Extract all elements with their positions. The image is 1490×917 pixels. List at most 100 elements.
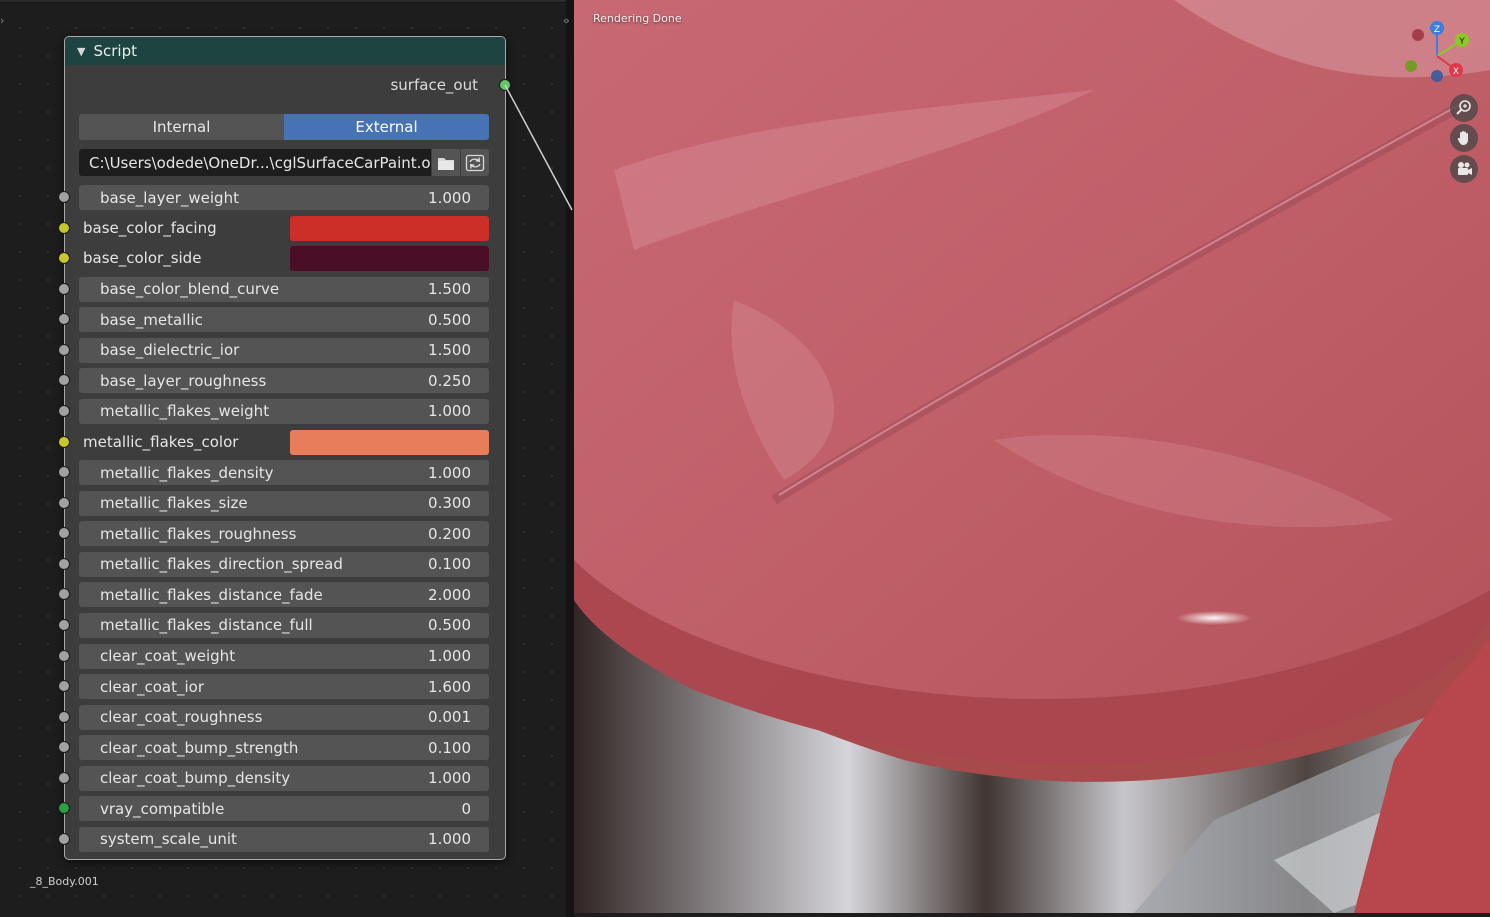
number-field[interactable]: metallic_flakes_density 1.000 — [79, 460, 489, 486]
number-field[interactable]: metallic_flakes_weight 1.000 — [79, 398, 489, 424]
property-label: vray_compatible — [100, 799, 225, 818]
property-value: 0.100 — [428, 555, 471, 574]
node-editor[interactable]: › ▼ Script surface_out Internal External… — [0, 0, 566, 917]
property-row: metallic_flakes_size 0.300 — [58, 490, 505, 516]
output-label: surface_out — [390, 76, 478, 94]
color-swatch[interactable] — [290, 246, 489, 272]
property-value: 0.100 — [428, 738, 471, 757]
property-row: metallic_flakes_density 1.000 — [58, 460, 505, 486]
gizmo-y-label: Y — [1458, 37, 1465, 47]
property-value: 0.250 — [428, 371, 471, 390]
input-socket[interactable] — [58, 466, 70, 479]
navigation-gizmo[interactable]: Z Y X — [1400, 16, 1480, 96]
gizmo-z-label: Z — [1434, 25, 1440, 35]
input-socket[interactable] — [58, 557, 70, 570]
color-swatch[interactable] — [290, 215, 489, 241]
property-value: 1.600 — [428, 677, 471, 696]
property-label: base_color_blend_curve — [100, 280, 280, 299]
mode-tabs: Internal External — [79, 114, 489, 140]
property-label: metallic_flakes_direction_spread — [100, 555, 343, 574]
number-field[interactable]: base_dielectric_ior 1.500 — [79, 337, 489, 363]
property-row: metallic_flakes_weight 1.000 — [58, 398, 505, 424]
header-strip — [0, 0, 566, 3]
node-link — [504, 84, 573, 211]
number-field[interactable]: metallic_flakes_distance_full 0.500 — [79, 612, 489, 638]
divider-arrows-icon[interactable]: ‹› — [563, 14, 570, 27]
property-label: clear_coat_ior — [100, 677, 205, 696]
property-row: base_layer_roughness 0.250 — [58, 368, 505, 394]
input-socket[interactable] — [58, 771, 70, 784]
property-value: 1.500 — [428, 341, 471, 360]
input-socket[interactable] — [58, 282, 70, 295]
input-socket[interactable] — [58, 496, 70, 509]
property-label: base_metallic — [100, 310, 203, 329]
script-node[interactable]: ▼ Script surface_out Internal External C… — [58, 36, 511, 860]
property-row: clear_coat_bump_density 1.000 — [58, 765, 505, 791]
number-field[interactable]: base_layer_weight 1.000 — [79, 185, 489, 210]
color-swatch[interactable] — [290, 429, 489, 455]
input-socket[interactable] — [58, 649, 70, 662]
reload-icon[interactable] — [461, 149, 489, 176]
number-field[interactable]: clear_coat_bump_strength 0.100 — [79, 735, 489, 761]
property-row: base_color_blend_curve 1.500 — [58, 276, 505, 302]
number-field[interactable]: clear_coat_bump_density 1.000 — [79, 765, 489, 791]
property-row: vray_compatible 0 — [58, 796, 505, 822]
number-field[interactable]: clear_coat_weight 1.000 — [79, 643, 489, 669]
number-field[interactable]: metallic_flakes_distance_fade 2.000 — [79, 582, 489, 608]
input-socket[interactable] — [58, 252, 70, 265]
property-row: base_dielectric_ior 1.500 — [58, 337, 505, 363]
input-socket[interactable] — [58, 435, 70, 448]
number-field[interactable]: clear_coat_roughness 0.001 — [79, 704, 489, 730]
property-row: metallic_flakes_direction_spread 0.100 — [58, 551, 505, 577]
hand-icon[interactable] — [1450, 124, 1478, 152]
input-socket[interactable] — [58, 802, 70, 815]
render-viewport[interactable]: Rendering Done Z Y X — [574, 0, 1490, 913]
number-field[interactable]: system_scale_unit 1.000 — [79, 826, 489, 852]
input-socket[interactable] — [58, 832, 70, 845]
input-socket[interactable] — [58, 527, 70, 540]
property-value: 0.200 — [428, 524, 471, 543]
input-socket[interactable] — [58, 221, 70, 234]
camera-icon[interactable] — [1450, 155, 1478, 183]
number-field[interactable]: base_metallic 0.500 — [79, 307, 489, 333]
property-label: metallic_flakes_distance_fade — [100, 585, 323, 604]
filepath-field[interactable]: C:\Users\odede\OneDr...\cglSurfaceCarPai… — [79, 149, 432, 176]
number-field[interactable]: metallic_flakes_size 0.300 — [79, 490, 489, 516]
node-header[interactable]: ▼ Script — [65, 37, 505, 65]
property-row: base_color_facing — [58, 215, 505, 241]
property-label: metallic_flakes_weight — [100, 402, 270, 421]
property-value: 1.000 — [428, 830, 471, 849]
input-socket[interactable] — [58, 618, 70, 631]
property-value: 0 — [461, 799, 471, 818]
input-socket[interactable] — [58, 374, 70, 387]
number-field[interactable]: metallic_flakes_direction_spread 0.100 — [79, 551, 489, 577]
number-field[interactable]: base_color_blend_curve 1.500 — [79, 276, 489, 302]
collapse-triangle-icon[interactable]: ▼ — [77, 45, 85, 58]
input-socket[interactable] — [58, 680, 70, 693]
input-socket[interactable] — [58, 741, 70, 754]
input-socket[interactable] — [58, 710, 70, 723]
property-label: clear_coat_bump_strength — [100, 738, 299, 757]
property-label: clear_coat_weight — [100, 647, 236, 666]
property-label: metallic_flakes_density — [100, 463, 274, 482]
number-field[interactable]: vray_compatible 0 — [79, 796, 489, 822]
render-status: Rendering Done — [593, 12, 682, 25]
property-label: base_color_facing — [83, 218, 217, 237]
input-socket[interactable] — [58, 343, 70, 356]
property-value: 1.000 — [428, 188, 471, 207]
property-label: base_layer_roughness — [100, 371, 267, 390]
tab-external[interactable]: External — [284, 114, 489, 140]
input-socket[interactable] — [58, 313, 70, 326]
number-field[interactable]: metallic_flakes_roughness 0.200 — [79, 521, 489, 547]
input-socket[interactable] — [58, 588, 70, 601]
filepath-row: C:\Users\odede\OneDr...\cglSurfaceCarPai… — [79, 149, 489, 176]
folder-icon[interactable] — [432, 149, 461, 176]
expand-arrow-icon[interactable]: › — [0, 14, 4, 27]
input-socket[interactable] — [58, 191, 70, 203]
zoom-icon[interactable] — [1450, 94, 1478, 122]
input-socket[interactable] — [58, 404, 70, 417]
number-field[interactable]: base_layer_roughness 0.250 — [79, 368, 489, 394]
number-field[interactable]: clear_coat_ior 1.600 — [79, 674, 489, 700]
tab-internal[interactable]: Internal — [79, 114, 284, 140]
property-value: 2.000 — [428, 585, 471, 604]
